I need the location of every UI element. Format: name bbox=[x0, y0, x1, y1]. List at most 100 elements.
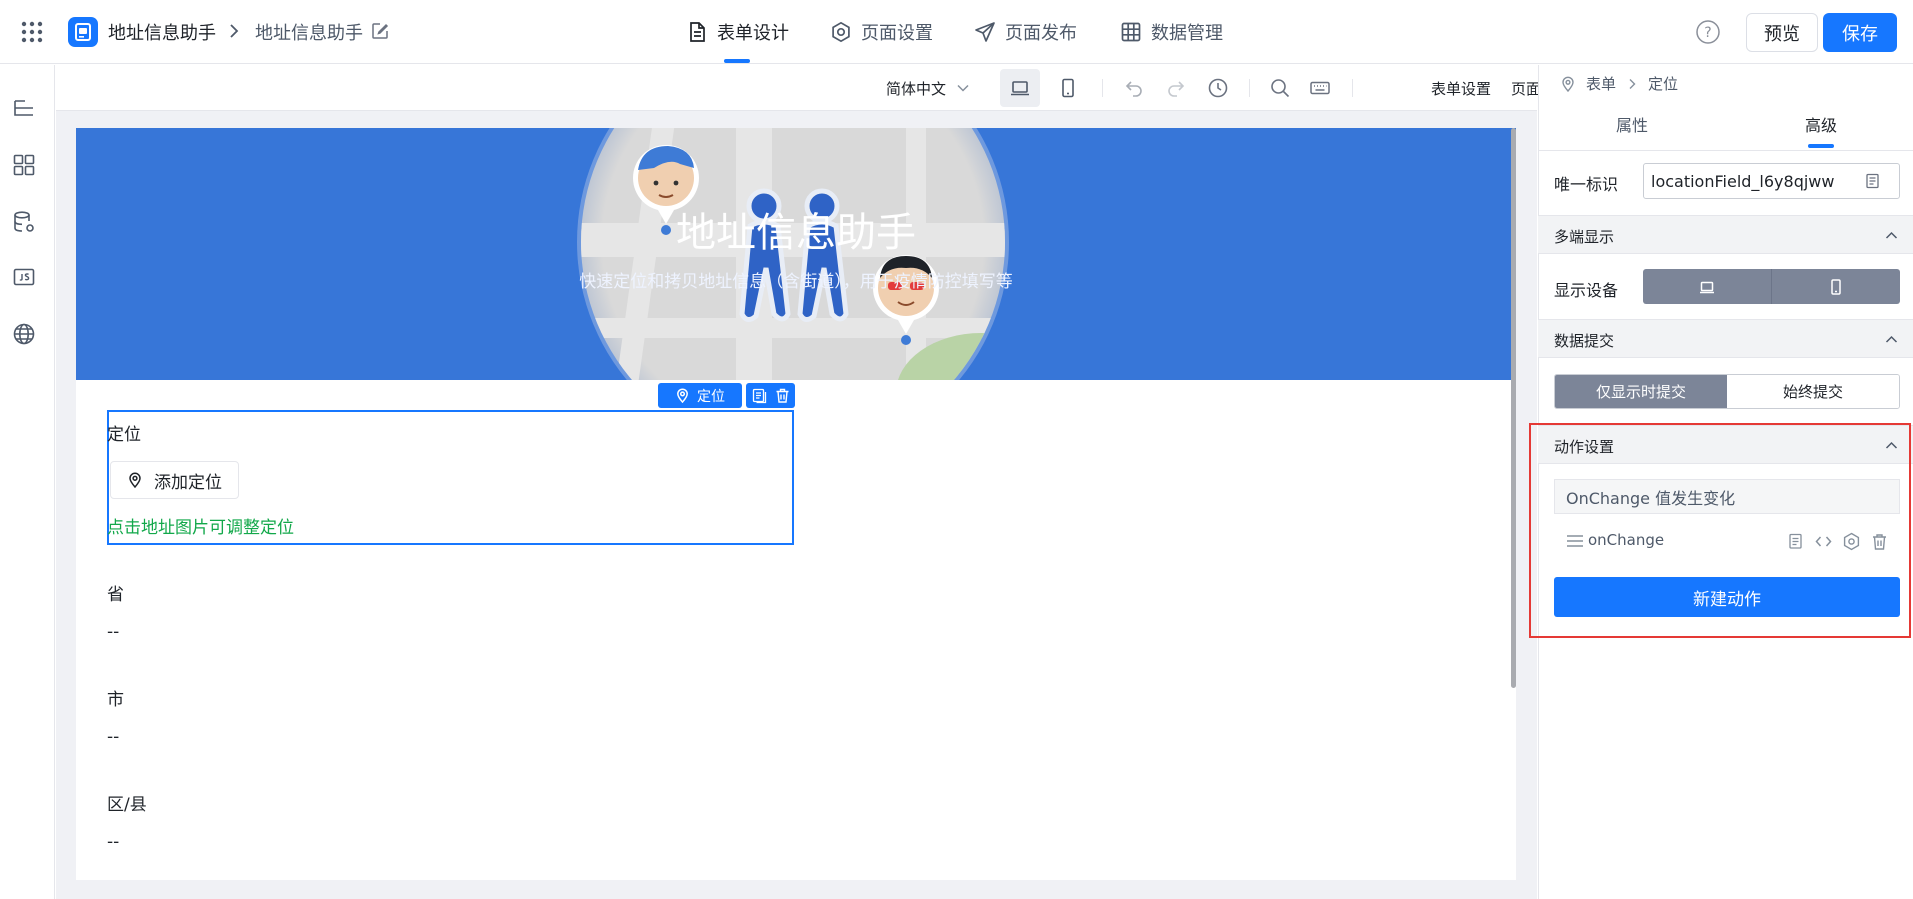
search-icon bbox=[1271, 79, 1290, 98]
chevron-up-icon bbox=[1885, 231, 1898, 239]
location-pin-icon bbox=[129, 472, 141, 488]
tab-page-settings[interactable]: 页面设置 bbox=[830, 0, 933, 64]
add-location-button[interactable]: 添加定位 bbox=[110, 461, 239, 499]
data-source-icon[interactable] bbox=[12, 210, 36, 234]
chevron-down-icon bbox=[957, 84, 969, 92]
section-data-submit[interactable]: 数据提交 bbox=[1538, 319, 1913, 358]
tab-advanced[interactable]: 高级 bbox=[1805, 112, 1837, 136]
action-name: onChange bbox=[1588, 531, 1665, 549]
save-button[interactable]: 保存 bbox=[1823, 13, 1897, 52]
active-tab-indicator bbox=[724, 59, 750, 63]
section-title: 多端显示 bbox=[1554, 228, 1615, 246]
redo-icon bbox=[1168, 81, 1185, 97]
copy-icon[interactable] bbox=[1787, 532, 1806, 551]
chevron-right-icon bbox=[226, 23, 242, 39]
chevron-up-icon bbox=[1885, 441, 1898, 449]
gear-icon bbox=[830, 21, 852, 43]
mobile-view-button[interactable] bbox=[1048, 65, 1088, 111]
section-title: 数据提交 bbox=[1554, 332, 1615, 350]
top-bar: 地址信息助手 地址信息助手 表单设计 页面设置 页面发布 数据管理 ? 预览 保… bbox=[0, 0, 1913, 64]
onchange-event-row[interactable]: OnChange 值发生变化 bbox=[1554, 479, 1900, 514]
desktop-device-option[interactable] bbox=[1643, 269, 1771, 304]
chevron-up-icon bbox=[1885, 335, 1898, 343]
form-settings-label: 表单设置 bbox=[1430, 79, 1491, 98]
tab-label: 页面设置 bbox=[861, 23, 933, 44]
copy-icon[interactable] bbox=[1864, 172, 1882, 190]
section-title: 动作设置 bbox=[1554, 438, 1615, 456]
location-hint: 点击地址图片可调整定位 bbox=[107, 518, 294, 538]
toolbar-divider bbox=[1102, 79, 1103, 97]
canvas-toolbar: 简体中文 表单设置 页面属性 bbox=[56, 65, 1571, 111]
paper-plane-icon bbox=[974, 21, 996, 43]
district-value: -- bbox=[107, 832, 120, 852]
copy-icon[interactable] bbox=[751, 387, 768, 404]
outline-icon[interactable] bbox=[12, 97, 36, 121]
search-button[interactable] bbox=[1262, 65, 1298, 111]
history-button[interactable] bbox=[1200, 65, 1236, 111]
table-icon bbox=[1120, 21, 1142, 43]
selected-component-tag[interactable]: 定位 bbox=[658, 383, 742, 408]
shortcuts-button[interactable] bbox=[1302, 65, 1338, 111]
js-icon[interactable] bbox=[12, 265, 36, 289]
form-settings-link[interactable]: 表单设置 bbox=[1428, 65, 1494, 111]
trash-icon[interactable] bbox=[1870, 532, 1889, 551]
help-icon[interactable]: ? bbox=[1695, 19, 1721, 45]
panel-divider bbox=[1538, 150, 1913, 151]
edit-icon[interactable] bbox=[371, 22, 389, 40]
tab-form-design[interactable]: 表单设计 bbox=[686, 0, 789, 64]
redo-button[interactable] bbox=[1158, 65, 1194, 111]
submit-mode-toggle: 仅显示时提交 始终提交 bbox=[1554, 374, 1900, 409]
action-item[interactable]: onChange bbox=[1554, 523, 1900, 559]
app-name[interactable]: 地址信息助手 bbox=[108, 19, 216, 45]
selected-tag-label: 定位 bbox=[697, 388, 725, 405]
tab-data-management[interactable]: 数据管理 bbox=[1120, 0, 1223, 64]
left-rail bbox=[0, 65, 55, 899]
globe-icon[interactable] bbox=[12, 322, 36, 346]
clock-icon bbox=[1208, 78, 1228, 98]
breadcrumb-location: 定位 bbox=[1648, 75, 1679, 93]
trash-icon[interactable] bbox=[774, 387, 791, 404]
district-label: 区/县 bbox=[107, 795, 147, 815]
tab-properties[interactable]: 属性 bbox=[1616, 112, 1648, 136]
toolbar-divider bbox=[1249, 79, 1250, 97]
panel-tab-indicator bbox=[1808, 144, 1834, 148]
page-name[interactable]: 地址信息助手 bbox=[255, 19, 363, 45]
tab-label: 页面发布 bbox=[1005, 23, 1077, 44]
display-device-toggle bbox=[1643, 269, 1900, 304]
gear-icon[interactable] bbox=[1842, 532, 1861, 551]
unique-id-input[interactable] bbox=[1643, 163, 1900, 199]
city-value: -- bbox=[107, 727, 120, 747]
section-multi-device[interactable]: 多端显示 bbox=[1538, 215, 1913, 254]
code-icon[interactable] bbox=[1814, 532, 1833, 551]
toolbar-divider bbox=[1352, 79, 1353, 97]
breadcrumb-form[interactable]: 表单 bbox=[1586, 73, 1616, 94]
banner-subtitle: 快速定位和拷贝地址信息（含街道），用于疫情防控填写等 bbox=[579, 272, 1013, 292]
mobile-device-option[interactable] bbox=[1771, 269, 1900, 304]
panel-breadcrumb: 表单 定位 bbox=[1560, 73, 1678, 94]
form-banner: 地址信息助手 快速定位和拷贝地址信息（含街道），用于疫情防控填写等 bbox=[76, 128, 1516, 380]
desktop-view-button[interactable] bbox=[1000, 69, 1040, 107]
display-device-label: 显示设备 bbox=[1554, 281, 1619, 300]
phone-icon bbox=[1831, 278, 1841, 295]
language-select[interactable]: 简体中文 bbox=[878, 65, 978, 111]
drag-handle-icon[interactable] bbox=[1566, 533, 1584, 549]
tab-label: 表单设计 bbox=[717, 23, 789, 44]
apps-grid-icon[interactable] bbox=[20, 20, 44, 44]
document-icon bbox=[686, 21, 708, 43]
submit-when-visible-option[interactable]: 仅显示时提交 bbox=[1555, 375, 1727, 408]
preview-button[interactable]: 预览 bbox=[1746, 13, 1818, 52]
section-action-settings[interactable]: 动作设置 bbox=[1538, 425, 1913, 464]
add-location-label: 添加定位 bbox=[154, 472, 222, 493]
keyboard-icon bbox=[1310, 81, 1330, 95]
phone-icon bbox=[1062, 78, 1074, 98]
components-icon[interactable] bbox=[12, 153, 36, 177]
laptop-icon bbox=[1700, 281, 1714, 293]
province-label: 省 bbox=[107, 585, 124, 605]
tab-page-publish[interactable]: 页面发布 bbox=[974, 0, 1077, 64]
language-label: 简体中文 bbox=[885, 79, 946, 98]
new-action-button[interactable]: 新建动作 bbox=[1554, 577, 1900, 617]
submit-always-option[interactable]: 始终提交 bbox=[1727, 375, 1899, 408]
banner-title: 地址信息助手 bbox=[676, 210, 916, 256]
canvas-scrollbar[interactable] bbox=[1511, 128, 1516, 688]
undo-button[interactable] bbox=[1116, 65, 1152, 111]
